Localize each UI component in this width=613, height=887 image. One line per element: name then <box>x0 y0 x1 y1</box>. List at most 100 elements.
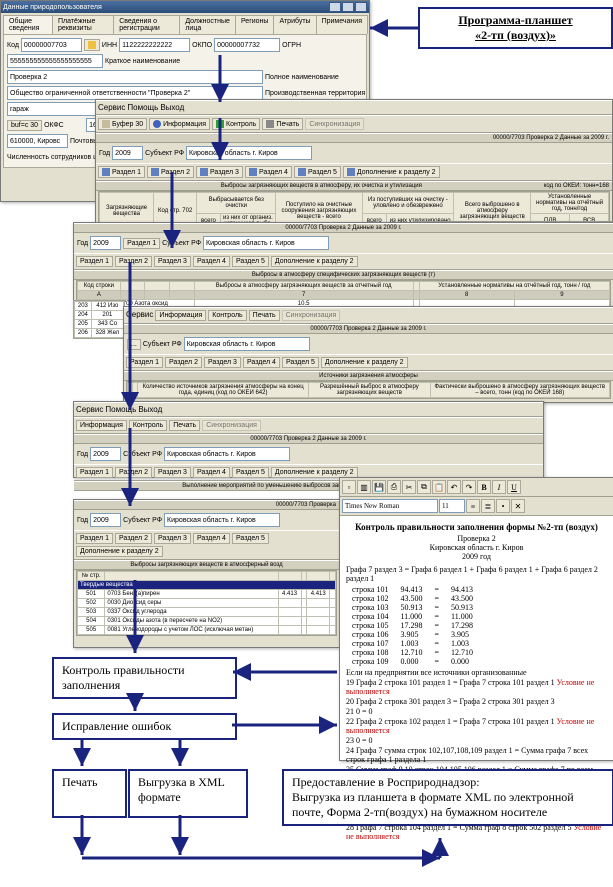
tab-notes[interactable]: Примечания <box>316 15 368 34</box>
inp-kod[interactable]: 00000007703 <box>21 38 82 52</box>
nav4-1[interactable]: Раздел 1 <box>76 467 113 478</box>
save-icon[interactable]: 💾 <box>372 480 386 494</box>
inp-fontsize[interactable]: 11 <box>439 499 465 513</box>
nav4-2[interactable]: Раздел 2 <box>115 467 152 478</box>
inp-god[interactable]: 2009 <box>112 146 143 160</box>
nav2-3[interactable]: Раздел 3 <box>154 256 191 267</box>
nav2-d[interactable]: Дополнение к разделу 2 <box>271 256 358 267</box>
minimize-icon[interactable] <box>329 2 341 12</box>
tb3-info[interactable]: Информация <box>155 310 206 321</box>
italic-icon[interactable]: I <box>492 480 506 494</box>
tab-regions[interactable]: Регионы <box>235 15 275 34</box>
tb3-print[interactable]: Печать <box>249 310 280 321</box>
pick-kod[interactable] <box>84 39 100 51</box>
btn-okved[interactable]: buf=c 30 <box>7 120 42 131</box>
tab-persons[interactable]: Должностные лица <box>179 15 236 34</box>
grid-sect2-left[interactable]: 203412 Изо 204201 205343 Со 206328 Жел <box>73 300 125 339</box>
nav5-d[interactable]: Дополнение к разделу 2 <box>76 546 163 557</box>
inp-poln[interactable]: Общество ограниченной ответственности "П… <box>7 86 263 100</box>
redo-icon[interactable]: ↷ <box>462 480 476 494</box>
inp-ogrn[interactable]: 555555555555555555555 <box>7 54 103 68</box>
table-row[interactable]: 203412 Изо <box>75 302 124 311</box>
btn-ctrl[interactable]: Контроль <box>212 118 260 130</box>
maximize-icon[interactable] <box>342 2 354 12</box>
nav2-1[interactable]: Раздел 1 <box>76 256 113 267</box>
table-row[interactable]: 5020030 Диоксид серы <box>78 599 336 608</box>
table-row[interactable]: 5030337 Оксид углерода <box>78 608 336 617</box>
btn-sync[interactable]: Синхронизация <box>305 118 364 130</box>
titlebar-main[interactable]: Данные природопользователя <box>1 1 369 13</box>
nav5-3[interactable]: Раздел 3 <box>154 533 191 544</box>
tb4-info[interactable]: Информация <box>76 420 127 431</box>
nav3-1[interactable]: Раздел 1 <box>126 357 163 368</box>
cut-icon[interactable]: ✂ <box>402 480 416 494</box>
btn-print[interactable]: Печать <box>262 118 303 130</box>
btn-buf[interactable]: Буфер 30 <box>98 118 147 130</box>
tab-attr[interactable]: Атрибуты <box>273 15 316 34</box>
close-icon[interactable]: ✕ <box>511 499 525 513</box>
inp-okpo[interactable]: 00000007732 <box>214 38 280 52</box>
nav4-4[interactable]: Раздел 4 <box>193 467 230 478</box>
tab-general[interactable]: Общие сведения <box>3 15 53 34</box>
table-row[interactable]: 5010703 Бенз(а)пирен4.4134.413 <box>78 590 336 599</box>
align-left-icon[interactable]: ≡ <box>466 499 480 513</box>
nav5-4[interactable]: Раздел 4 <box>193 533 230 544</box>
nav2-r[interactable]: Раздел 1 <box>123 238 160 249</box>
nav-r2[interactable]: Раздел 2 <box>147 166 194 178</box>
nav2-4[interactable]: Раздел 4 <box>193 256 230 267</box>
new-icon[interactable]: ▫ <box>342 480 356 494</box>
tb3-sync[interactable]: Синхронизация <box>282 310 341 321</box>
inp-font[interactable]: Times New Roman <box>342 499 438 513</box>
tb4-ctrl[interactable]: Контроль <box>129 420 167 431</box>
inp-god2[interactable]: 2009 <box>90 236 121 250</box>
nav2-2[interactable]: Раздел 2 <box>115 256 152 267</box>
tab-pay[interactable]: Платёжные реквизиты <box>52 15 114 34</box>
table-row[interactable]: 204201 <box>75 311 124 320</box>
nav4-3[interactable]: Раздел 3 <box>154 467 191 478</box>
tb3-ctrl[interactable]: Контроль <box>208 310 246 321</box>
tb4-print[interactable]: Печать <box>169 420 200 431</box>
nav4-5[interactable]: Раздел 5 <box>232 467 269 478</box>
nav3-2[interactable]: Раздел 2 <box>165 357 202 368</box>
undo-icon[interactable]: ↶ <box>447 480 461 494</box>
inp-subj2[interactable]: Кировская область г. Киров <box>203 236 329 250</box>
grid-sect3[interactable]: Количество источников загрязнения атмосф… <box>126 381 611 399</box>
grid-sect5[interactable]: № стр. Твердые вещества 5010703 Бенз(а)п… <box>76 570 337 636</box>
close-icon[interactable] <box>355 2 367 12</box>
table-row[interactable]: 5040301 Оксиды азота (в пересчете на NO2… <box>78 617 336 626</box>
nav3-5[interactable]: Раздел 5 <box>282 357 319 368</box>
nav5-2[interactable]: Раздел 2 <box>115 533 152 544</box>
print-icon[interactable]: ⎙ <box>387 480 401 494</box>
nav3-d[interactable]: Дополнение к разделу 2 <box>321 357 408 368</box>
bullets-icon[interactable]: • <box>496 499 510 513</box>
inp-subj[interactable]: Кировская область г. Киров <box>186 146 312 160</box>
nav2-5[interactable]: Раздел 5 <box>232 256 269 267</box>
nav3-4[interactable]: Раздел 4 <box>243 357 280 368</box>
bold-icon[interactable]: B <box>477 480 491 494</box>
nav-dop[interactable]: Дополнение к разделу 2 <box>343 166 440 178</box>
nav3-a[interactable]: ... <box>127 339 141 350</box>
inp-kratk[interactable]: Проверка 2 <box>7 70 263 84</box>
nav-r1[interactable]: Раздел 1 <box>98 166 145 178</box>
inp-inn[interactable]: 1122222222222 <box>119 38 190 52</box>
open-icon[interactable]: ▥ <box>357 480 371 494</box>
mnu-service[interactable]: Сервис <box>98 103 125 112</box>
mnu-help[interactable]: Помощь <box>127 103 158 112</box>
align-center-icon[interactable]: ≣ <box>481 499 495 513</box>
nav5-5[interactable]: Раздел 5 <box>232 533 269 544</box>
mnu-exit[interactable]: Выход <box>160 103 184 112</box>
tab-reg[interactable]: Сведения о регистрации <box>113 15 180 34</box>
table-row[interactable]: 5050081 Углеводороды с учетом ЛОС (исклю… <box>78 626 336 635</box>
nav-r5[interactable]: Раздел 5 <box>294 166 341 178</box>
underline-icon[interactable]: U <box>507 480 521 494</box>
nav5-1[interactable]: Раздел 1 <box>76 533 113 544</box>
paste-icon[interactable]: 📋 <box>432 480 446 494</box>
inp-yur[interactable]: 610000, Кировс <box>7 134 68 148</box>
table-row[interactable]: 205343 Со <box>75 320 124 329</box>
table-row[interactable]: 206328 Жел <box>75 329 124 338</box>
tb4-sync[interactable]: Синхронизация <box>202 420 261 431</box>
nav3-3[interactable]: Раздел 3 <box>204 357 241 368</box>
nav-r3[interactable]: Раздел 3 <box>196 166 243 178</box>
nav-r4[interactable]: Раздел 4 <box>245 166 292 178</box>
btn-info[interactable]: Информация <box>149 118 210 130</box>
